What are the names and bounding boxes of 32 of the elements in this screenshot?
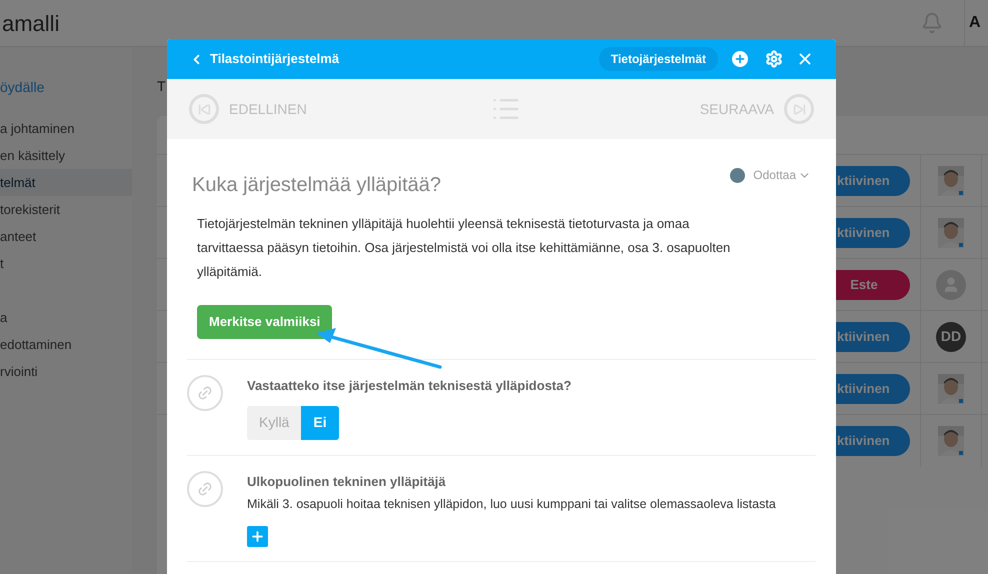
sidebar-item[interactable]: a (0, 304, 132, 331)
bell-icon[interactable] (921, 12, 943, 34)
status-dropdown[interactable]: Odottaa (730, 166, 811, 184)
page-heading: T (157, 77, 167, 96)
question-title: Vastaatteko itse järjestelmän teknisestä ylläpidosta? (247, 377, 572, 395)
avatar-initials: DD (936, 322, 966, 352)
add-button[interactable] (247, 526, 268, 547)
sidebar-item[interactable]: t (0, 250, 132, 277)
sidebar-item[interactable]: rviointi (0, 358, 132, 385)
task-title: Kuka järjestelmää ylläpitää? (192, 173, 442, 198)
sidebar-item[interactable]: telmät (0, 169, 132, 196)
sidebar-item[interactable]: anteet (0, 223, 132, 250)
link-icon (187, 375, 223, 411)
sidebar-item[interactable]: öydälle (0, 71, 132, 103)
back-link[interactable]: Tilastointijärjestelmä (189, 49, 340, 69)
plus-icon (250, 528, 265, 544)
user-initial[interactable]: A (969, 11, 988, 35)
mark-done-button[interactable]: Merkitse valmiiksi (197, 305, 332, 339)
choice-option[interactable]: Kyllä (247, 406, 302, 440)
sidebar-item[interactable]: a johtaminen (0, 115, 132, 142)
app-title: amalli (2, 10, 60, 38)
add-icon[interactable] (732, 51, 748, 67)
sidebar-item[interactable]: edottaminen (0, 331, 132, 358)
question-description: Mikäli 3. osapuoli hoitaa teknisen ylläpidon, luo uusi kumppani tai valitse olemassaoleva listasta (247, 496, 776, 513)
category-badge[interactable]: Tietojärjestelmät (598, 47, 718, 71)
link-icon (187, 470, 223, 506)
sidebar-item[interactable]: torekisterit (0, 196, 132, 223)
settings-icon[interactable] (765, 50, 783, 68)
sidebar-item[interactable]: en käsittely (0, 142, 132, 169)
question-title: Ulkopuolinen tekninen ylläpitäjä (247, 472, 447, 491)
task-description: Tietojärjestelmän tekninen ylläpitäjä huolehtii yleensä teknisestä tietoturvasta ja omaa tarvittaessa pääsyn tietoihin. Osa järjestelmistä voi olla itse kehittämiänne, osa 3. osapuolten ylläpitämiä. (197, 215, 732, 281)
choice-option[interactable]: Ei (301, 406, 339, 440)
